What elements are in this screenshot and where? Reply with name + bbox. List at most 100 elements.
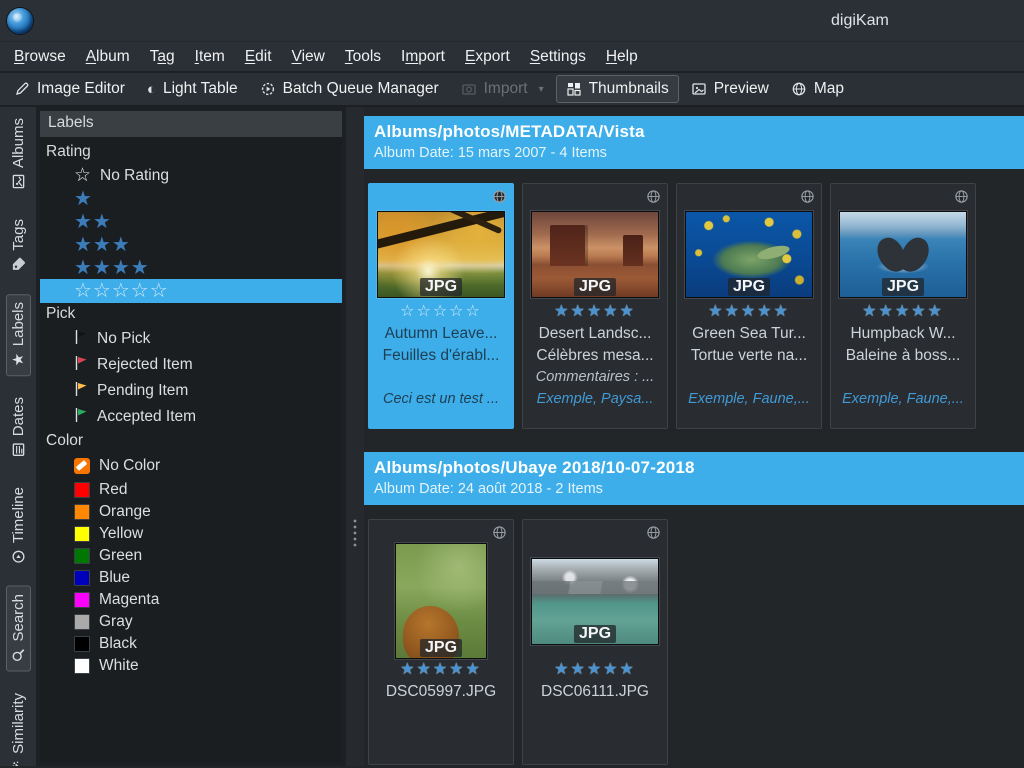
rating-row-none[interactable]: ☆ No Rating [40, 164, 342, 187]
format-badge: JPG [574, 625, 616, 643]
photo-card-turtle[interactable]: JPG ★★★★★ Green Sea Tur... Tortue verte … [676, 183, 822, 429]
color-row-gray[interactable]: Gray [40, 611, 342, 633]
menu-tag[interactable]: Tag [140, 44, 185, 70]
item-subtitle: Célèbres mesa... [523, 345, 667, 367]
map-button[interactable]: Map [781, 75, 854, 103]
tab-tags[interactable]: Tags [6, 211, 31, 281]
rating-row-1[interactable]: ★ [40, 187, 342, 210]
pick-section-title: Pick [40, 303, 342, 326]
color-section-title: Color [40, 430, 342, 453]
photo-card-desert[interactable]: JPG ★★★★★ Desert Landsc... Célèbres mesa… [522, 183, 668, 429]
thumbnail-image: JPG [531, 558, 659, 645]
rating-row-3[interactable]: ★★★ [40, 233, 342, 256]
photo-card-whale[interactable]: JPG ★★★★★ Humpback W... Baleine à boss..… [830, 183, 976, 429]
color-row-orange[interactable]: Orange [40, 501, 342, 523]
pick-row-nopick[interactable]: No Pick [40, 326, 342, 352]
tab-dates[interactable]: Dates [6, 389, 31, 466]
color-row-blue[interactable]: Blue [40, 567, 342, 589]
tab-search[interactable]: Search [6, 586, 31, 672]
format-badge: JPG [420, 639, 462, 657]
photo-card-autumn[interactable]: JPG ☆☆☆☆☆ Autumn Leave... Feuilles d'éra… [368, 183, 514, 429]
menu-settings[interactable]: Settings [520, 44, 596, 70]
album-header-1: Albums/photos/METADATA/Vista Album Date:… [364, 116, 1024, 169]
menu-help[interactable]: Help [596, 44, 648, 70]
item-subtitle: Baleine à boss... [831, 345, 975, 367]
rating-row-2[interactable]: ★★ [40, 210, 342, 233]
menu-export[interactable]: Export [455, 44, 520, 70]
color-row-green[interactable]: Green [40, 545, 342, 567]
thumbnails-button[interactable]: Thumbnails [556, 75, 679, 103]
chevron-down-icon: ▾ [539, 84, 544, 95]
color-swatch [74, 548, 90, 564]
window-title: digiKam [831, 12, 889, 30]
tab-similarity[interactable]: Similarity [6, 685, 31, 766]
batch-queue-button[interactable]: Batch Queue Manager [250, 75, 449, 103]
color-row-red[interactable]: Red [40, 479, 342, 501]
rating-section-title: Rating [40, 141, 342, 164]
labels-tree: Rating ☆ No Rating ★ ★★ ★★★ ★★★★ ☆☆☆☆☆ P… [40, 137, 342, 762]
splitter-handle[interactable] [353, 519, 357, 549]
item-title: DSC06111.JPG [523, 681, 667, 703]
pick-row-rejected[interactable]: Rejected Item [40, 352, 342, 378]
geolocation-icon [492, 189, 507, 209]
flag-yellow-icon [74, 381, 88, 402]
flag-black-icon [74, 329, 88, 350]
menu-tools[interactable]: Tools [335, 44, 391, 70]
rating-stars: ★★★★★ [369, 660, 513, 681]
rating-row-5-selected[interactable]: ☆☆☆☆☆ [40, 279, 342, 303]
album-2-items: JPG ★★★★★ DSC05997.JPG JPG ★★★★★ DSC0611… [364, 505, 1024, 765]
item-subtitle: Feuilles d'érabl... [369, 345, 513, 367]
main-toolbar: Image Editor ◐ Light Table Batch Queue M… [0, 73, 1024, 107]
color-row-magenta[interactable]: Magenta [40, 589, 342, 611]
color-swatch [74, 636, 90, 652]
photo-card-dsc06111[interactable]: JPG ★★★★★ DSC06111.JPG [522, 519, 668, 765]
rating-stars: ★★★★★ [831, 302, 975, 323]
labels-panel-header: Labels [40, 111, 342, 137]
preview-button[interactable]: Preview [681, 75, 779, 103]
image-editor-button[interactable]: Image Editor [4, 75, 135, 103]
import-button: Import ▾ [451, 75, 554, 103]
format-badge: JPG [420, 278, 462, 296]
menu-browse[interactable]: Browse [4, 44, 76, 70]
color-swatch [74, 658, 90, 674]
flag-green-icon [74, 407, 88, 428]
rating-stars: ★★★★★ [523, 302, 667, 323]
panel-splitter[interactable] [346, 107, 364, 766]
menu-import[interactable]: Import [391, 44, 455, 70]
color-row-black[interactable]: Black [40, 633, 342, 655]
search-icon [10, 648, 26, 664]
rating-row-4[interactable]: ★★★★ [40, 256, 342, 279]
tab-labels[interactable]: ★ Labels [6, 294, 31, 376]
tab-albums[interactable]: Albums [6, 110, 31, 198]
light-table-icon: ◐ [147, 82, 156, 97]
color-row-yellow[interactable]: Yellow [40, 523, 342, 545]
icon-view: Albums/photos/METADATA/Vista Album Date:… [364, 107, 1024, 766]
color-swatch [74, 614, 90, 630]
albums-icon [10, 174, 26, 190]
album-meta: Album Date: 15 mars 2007 - 4 Items [374, 145, 1014, 161]
color-swatch [74, 504, 90, 520]
light-table-button[interactable]: ◐ Light Table [137, 75, 248, 103]
tab-timeline[interactable]: Timeline [6, 479, 31, 573]
color-row-nocolor[interactable]: No Color [40, 453, 342, 479]
photo-card-dsc05997[interactable]: JPG ★★★★★ DSC05997.JPG [368, 519, 514, 765]
menu-edit[interactable]: Edit [235, 44, 282, 70]
item-tags: Exemple, Faune,... [831, 389, 975, 410]
digikam-logo-icon [7, 8, 33, 34]
star-icon: ★ [10, 352, 26, 368]
geolocation-icon [800, 189, 815, 209]
rating-stars: ★★★★★ [677, 302, 821, 323]
menu-album[interactable]: Album [76, 44, 140, 70]
pick-row-pending[interactable]: Pending Item [40, 378, 342, 404]
menu-item[interactable]: Item [185, 44, 235, 70]
thumbnail-image: JPG [839, 211, 967, 298]
color-row-white[interactable]: White [40, 655, 342, 677]
preview-image-icon [691, 81, 707, 97]
pick-row-accepted[interactable]: Accepted Item [40, 404, 342, 430]
format-badge: JPG [728, 278, 770, 296]
menu-view[interactable]: View [282, 44, 335, 70]
album-path: Albums/photos/METADATA/Vista [374, 122, 1014, 142]
item-comment [831, 367, 975, 388]
item-title: Green Sea Tur... [677, 323, 821, 345]
item-tags: Ceci est un test ... [369, 389, 513, 410]
